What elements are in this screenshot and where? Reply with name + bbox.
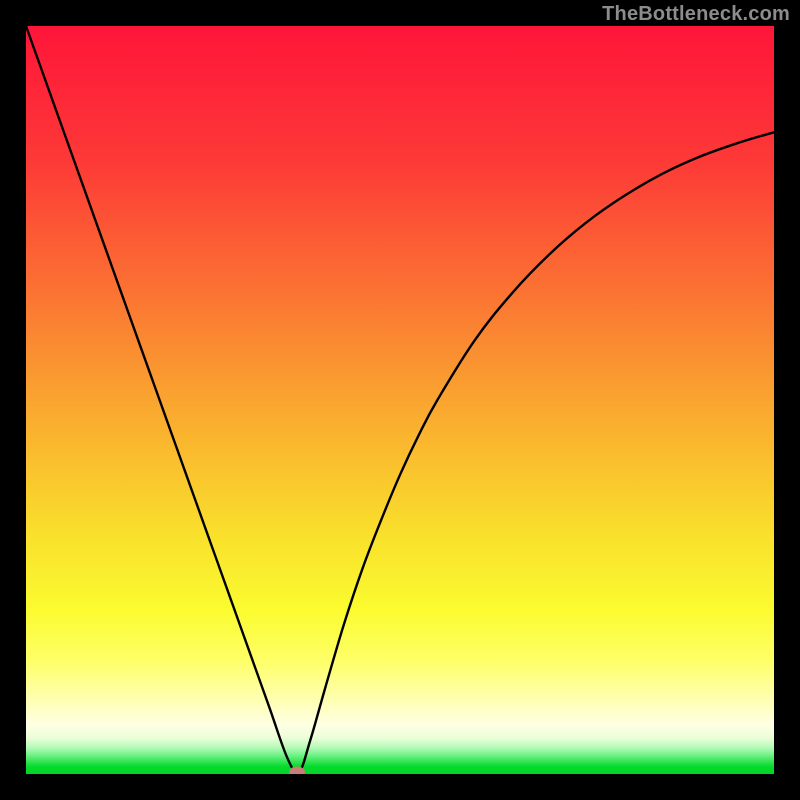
chart-line xyxy=(26,26,774,774)
watermark-text: TheBottleneck.com xyxy=(602,3,790,26)
outer-frame: TheBottleneck.com xyxy=(0,0,800,800)
plot-area xyxy=(26,26,774,774)
data-marker xyxy=(289,766,305,774)
